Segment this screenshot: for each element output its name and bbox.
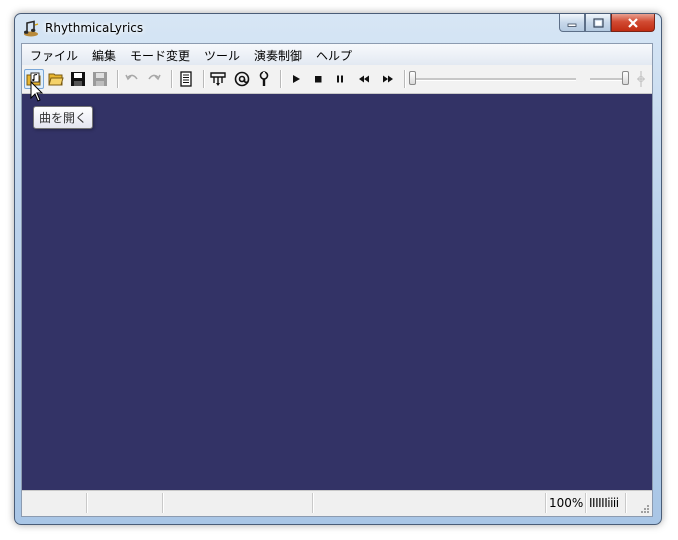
at-sign-icon (234, 71, 250, 87)
undo-icon (125, 74, 138, 81)
save-as-icon (93, 72, 107, 86)
pause-icon (337, 75, 343, 83)
client-area: ファイル 編集 モード変更 ツール 演奏制御 ヘルプ 100% IIIIIIii… (21, 43, 653, 517)
status-separator (162, 493, 164, 513)
resize-grip-icon[interactable] (640, 504, 650, 514)
save-icon (71, 72, 85, 86)
pause-button[interactable] (330, 69, 350, 89)
position-slider-thumb[interactable] (409, 71, 416, 85)
caption-buttons (559, 14, 655, 34)
stop-icon (315, 76, 322, 83)
menu-bar: ファイル 編集 モード変更 ツール 演奏制御 ヘルプ (22, 44, 652, 66)
toolbar (22, 65, 652, 94)
status-separator (585, 493, 587, 513)
status-separator (625, 493, 627, 513)
toolbar-separator (203, 70, 205, 88)
redo-icon (148, 74, 161, 81)
maximize-icon (592, 17, 604, 28)
minimize-button[interactable] (559, 14, 585, 32)
save-as-button[interactable] (90, 69, 110, 89)
fast-forward-button[interactable] (378, 69, 398, 89)
menu-playback[interactable]: 演奏制御 (254, 47, 302, 64)
title-bar[interactable]: RhythmicaLyrics (15, 14, 661, 44)
menu-help[interactable]: ヘルプ (316, 47, 352, 64)
lyrics-canvas[interactable] (22, 94, 652, 491)
toolbar-separator (171, 70, 173, 88)
music-notes-icon (24, 20, 39, 37)
toolbar-separator (280, 70, 282, 88)
status-bar: 100% IIIIIIiiii (22, 490, 652, 516)
toolbar-separator (404, 70, 406, 88)
position-slider-track[interactable] (410, 78, 576, 81)
volume-slider-track[interactable] (590, 78, 626, 81)
open-folder-icon (48, 73, 64, 86)
close-icon (628, 17, 638, 28)
save-button[interactable] (68, 69, 88, 89)
window-title: RhythmicaLyrics (45, 21, 144, 35)
at-sign-button[interactable] (232, 69, 252, 89)
play-icon (293, 75, 300, 83)
undo-button[interactable] (122, 69, 142, 89)
menu-file[interactable]: ファイル (30, 47, 78, 64)
rewind-button[interactable] (354, 69, 374, 89)
volume-slider-thumb[interactable] (622, 71, 629, 85)
lyrics-document-button[interactable] (176, 69, 196, 89)
tune-icon (210, 72, 226, 86)
toolbar-separator (117, 70, 119, 88)
level-meter: IIIIIIiiii (589, 496, 619, 510)
toolbar-grip-icon[interactable] (636, 70, 646, 88)
mouse-cursor-icon (30, 81, 44, 102)
fast-forward-icon (383, 75, 393, 83)
settings-button[interactable] (254, 69, 274, 89)
minimize-icon (567, 23, 577, 27)
status-separator (545, 493, 547, 513)
redo-button[interactable] (144, 69, 164, 89)
open-folder-button[interactable] (46, 69, 66, 89)
zoom-level: 100% (549, 496, 584, 510)
status-separator (312, 493, 314, 513)
stop-button[interactable] (308, 69, 328, 89)
tune-button[interactable] (208, 69, 228, 89)
menu-tools[interactable]: ツール (204, 47, 240, 64)
tooltip: 曲を開く (33, 106, 94, 129)
play-button[interactable] (286, 69, 306, 89)
close-button[interactable] (611, 14, 655, 32)
rewind-icon (359, 75, 369, 83)
status-separator (86, 493, 88, 513)
document-icon (180, 71, 192, 87)
menu-edit[interactable]: 編集 (92, 47, 116, 64)
wrench-icon (259, 71, 269, 86)
menu-mode[interactable]: モード変更 (130, 47, 190, 64)
app-window: RhythmicaLyrics ファイル 編集 モード変更 ツール 演奏制御 ヘ… (14, 13, 662, 525)
maximize-button[interactable] (585, 14, 611, 32)
